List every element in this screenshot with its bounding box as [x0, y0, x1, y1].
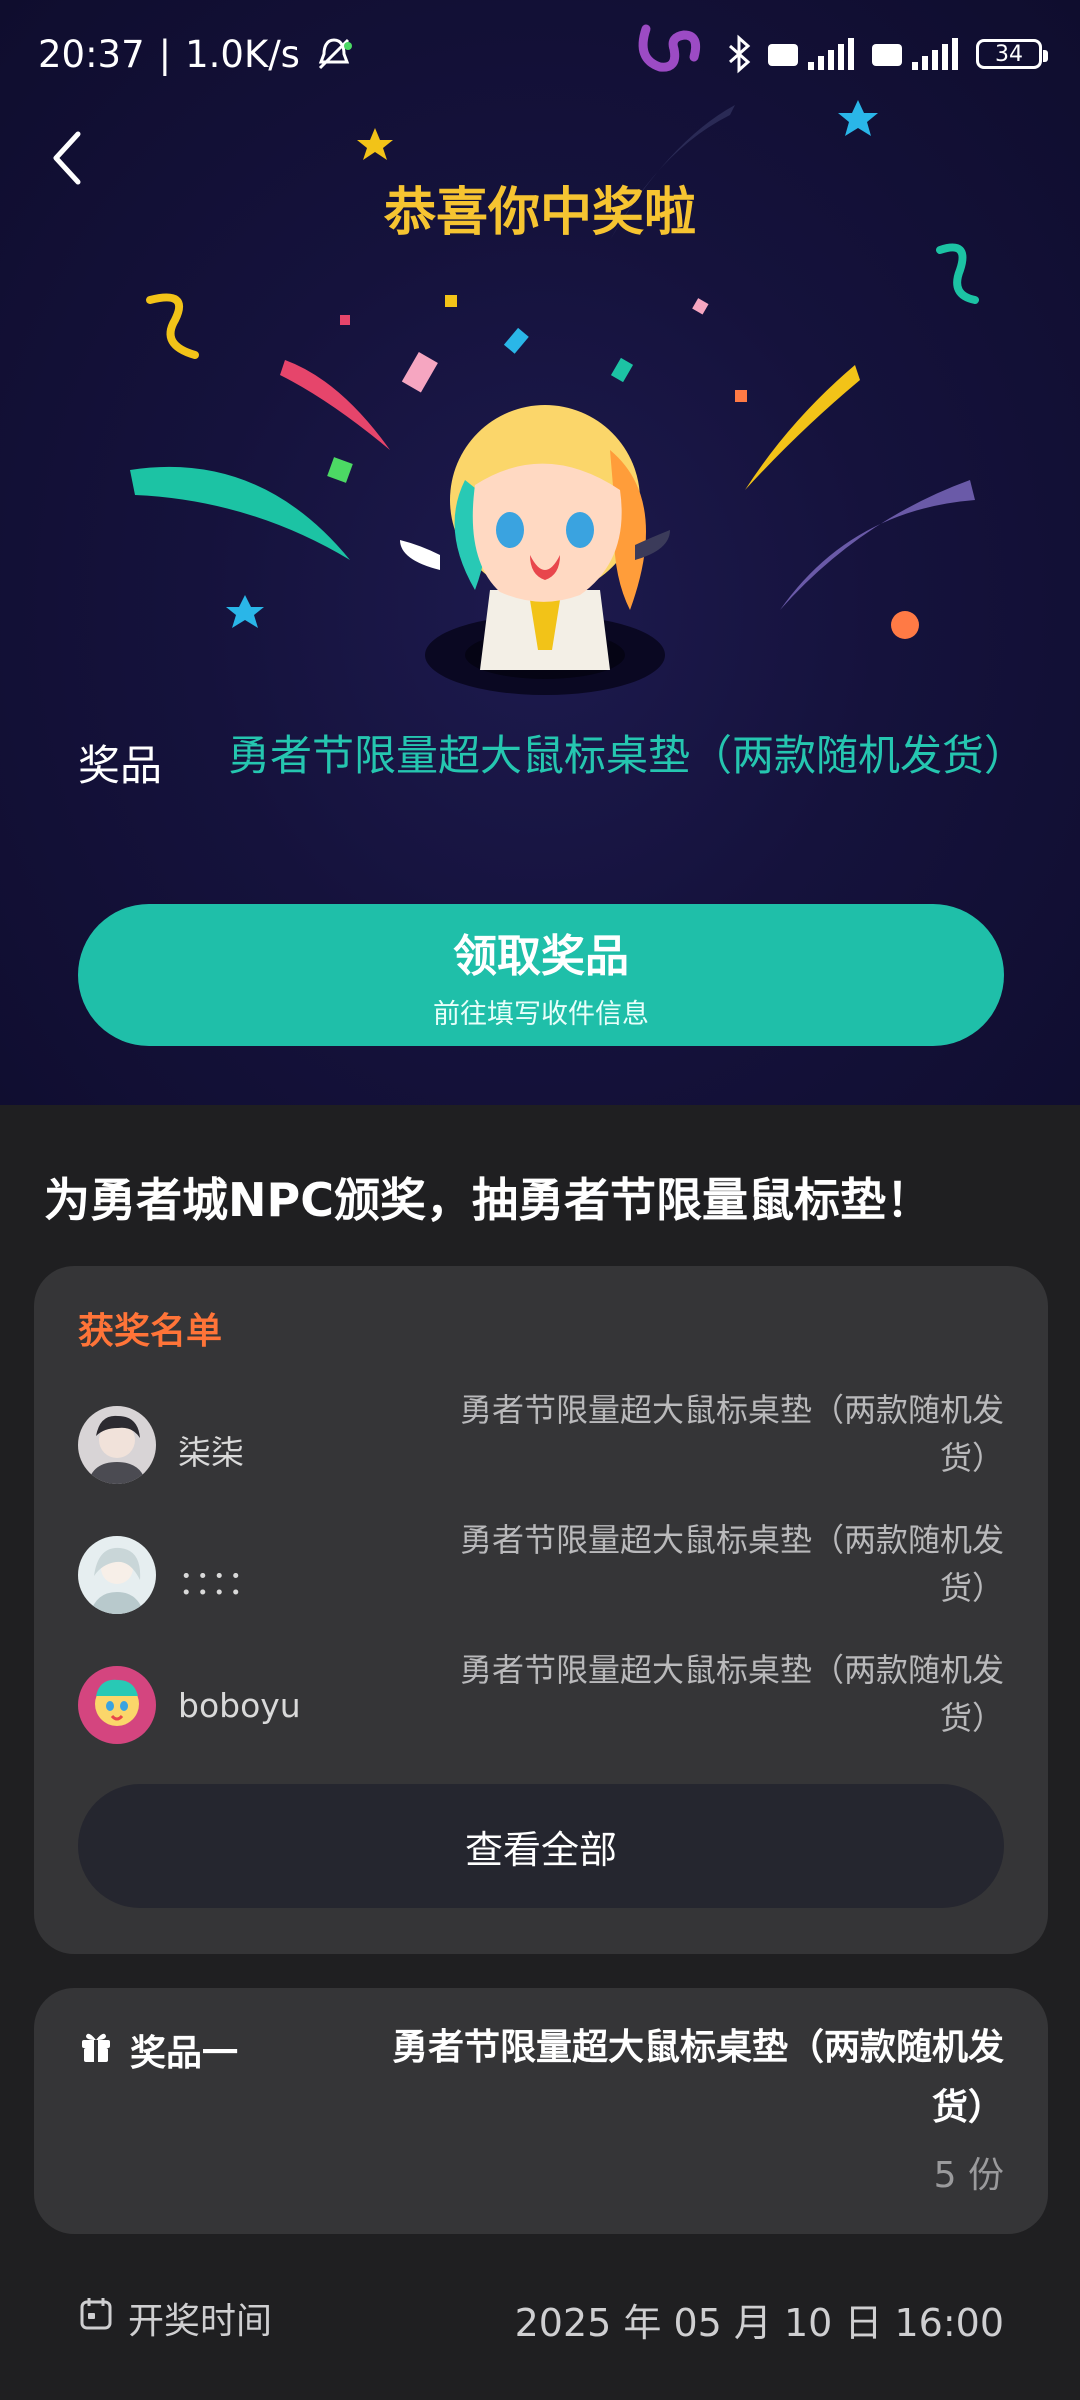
- mascot-illustration: [400, 405, 670, 695]
- winner-row: ：：：： 勇者节限量超大鼠标桌垫（两款随机发货）: [78, 1516, 1004, 1626]
- prize-row: 奖品 勇者节限量超大鼠标桌垫（两款随机发货）: [78, 728, 1027, 838]
- prize-label: 奖品: [78, 741, 163, 790]
- status-time: 20:37: [38, 32, 145, 76]
- winner-name: 柒柒: [178, 1433, 244, 1472]
- winner-prize: 勇者节限量超大鼠标桌垫（两款随机发货）: [459, 1521, 1004, 1607]
- prize-detail-card: 奖品一 勇者节限量超大鼠标桌垫（两款随机发货） 5 份: [34, 1988, 1048, 2234]
- winner-name: boboyu: [178, 1686, 301, 1725]
- event-title: 为勇者城NPC颁奖，抽勇者节限量鼠标垫！: [44, 1173, 932, 1227]
- prize-card-value: 勇者节限量超大鼠标桌垫（两款随机发货）: [391, 2027, 1004, 2128]
- claim-button-subtitle: 前往填写收件信息: [433, 998, 649, 1030]
- view-all-button[interactable]: 查看全部: [78, 1784, 1004, 1908]
- prize-value: 勇者节限量超大鼠标桌垫（两款随机发货）: [228, 731, 1027, 780]
- status-bar: 20:37 | 1.0K/s 34: [0, 0, 1080, 108]
- status-divider: |: [158, 32, 172, 76]
- hero-section: 20:37 | 1.0K/s 34 恭喜你中奖啦 奖品 勇者节限量超大鼠标桌垫（…: [0, 0, 1080, 1105]
- page-title: 恭喜你中奖啦: [383, 183, 696, 243]
- prize-card-label-group: 奖品一: [78, 2024, 238, 2076]
- winners-heading: 获奖名单: [78, 1311, 223, 1352]
- avatar[interactable]: [78, 1536, 156, 1614]
- signal-hd-5g-icon-2: [872, 34, 962, 74]
- winner-name: ：：：：: [178, 1563, 261, 1602]
- calendar-icon: [78, 2296, 114, 2341]
- winner-prize: 勇者节限量超大鼠标桌垫（两款随机发货）: [459, 1391, 1004, 1477]
- claim-prize-button[interactable]: 领取奖品 前往填写收件信息: [78, 904, 1004, 1046]
- battery-icon: 34: [976, 39, 1048, 69]
- draw-time-label-group: 开奖时间: [78, 2292, 272, 2344]
- prize-card-label: 奖品一: [130, 2033, 239, 2074]
- signal-hd-5g-icon: [768, 34, 858, 74]
- draw-time-value: 2025 年 05 月 10 日 16:00: [514, 2301, 1004, 2345]
- app-logo-icon: [634, 19, 710, 89]
- winner-row: 柒柒 勇者节限量超大鼠标桌垫（两款随机发货）: [78, 1386, 1004, 1496]
- winners-card: 获奖名单 柒柒 勇者节限量超大鼠标桌垫（两款随机发货） ：：：： 勇者节限量超大…: [34, 1266, 1048, 1954]
- prize-card-count: 5 份: [933, 2155, 1004, 2196]
- draw-time-row: 开奖时间 2025 年 05 月 10 日 16:00: [78, 2288, 1004, 2348]
- bluetooth-icon: [724, 34, 754, 74]
- network-speed: 1.0K/s: [185, 32, 300, 76]
- winner-prize: 勇者节限量超大鼠标桌垫（两款随机发货）: [459, 1651, 1004, 1737]
- winner-row: boboyu 勇者节限量超大鼠标桌垫（两款随机发货）: [78, 1646, 1004, 1756]
- claim-button-title: 领取奖品: [453, 930, 629, 982]
- gift-icon: [78, 2028, 114, 2073]
- avatar[interactable]: [78, 1406, 156, 1484]
- mute-bell-icon: [314, 34, 354, 74]
- avatar[interactable]: [78, 1666, 156, 1744]
- draw-time-label: 开奖时间: [128, 2301, 273, 2342]
